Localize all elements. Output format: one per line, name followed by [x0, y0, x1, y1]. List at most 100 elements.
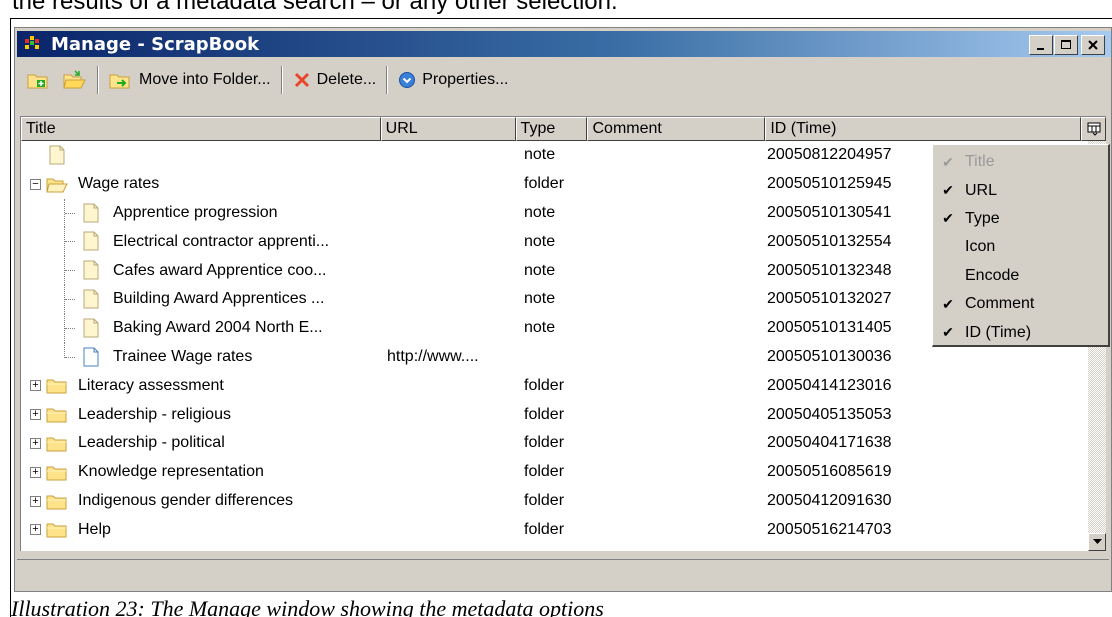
- column-header-title[interactable]: Title: [21, 117, 381, 141]
- expand-toggle[interactable]: +: [30, 495, 41, 507]
- note-row[interactable]: note 20050812204957: [21, 141, 1088, 170]
- checkmark-icon: ✔: [942, 295, 954, 312]
- note-row[interactable]: Electrical contractor apprenti... note 200…: [21, 227, 1088, 257]
- column-header-url[interactable]: URL: [380, 117, 516, 141]
- title-cell: Building Award Apprentices ...: [21, 284, 391, 314]
- folder-row[interactable]: + Leadership - religious folder 20050405135…: [21, 400, 1088, 429]
- column-header-comment[interactable]: Comment: [587, 117, 766, 141]
- tree-line: [65, 270, 75, 272]
- id-cell: 20050414123016: [767, 376, 892, 394]
- item-title: Help: [78, 520, 111, 538]
- id-cell: 20050412091630: [767, 491, 892, 509]
- type-cell: folder: [524, 175, 565, 193]
- url-cell: [387, 429, 517, 458]
- column-header-id[interactable]: ID (Time): [765, 117, 1082, 141]
- expand-toggle[interactable]: +: [30, 524, 41, 536]
- column-options-menu: ✔ Title ✔ URL ✔ Type Icon Encode ✔ Comment ✔ ID (Ti…: [932, 144, 1110, 347]
- expand-toggle[interactable]: +: [30, 409, 41, 421]
- new-folder-button[interactable]: [21, 64, 57, 96]
- page-icon: [83, 347, 99, 367]
- url-cell: [387, 314, 517, 343]
- expand-toggle[interactable]: +: [30, 466, 41, 478]
- folder-icon: [46, 379, 67, 394]
- url-cell: [387, 170, 517, 199]
- toolbar-separator: [386, 66, 389, 94]
- menu-item-encode[interactable]: Encode: [933, 262, 1108, 290]
- scroll-down-button[interactable]: [1088, 533, 1106, 551]
- checkmark-icon: ✔: [942, 153, 954, 170]
- item-title: Trainee Wage rates: [113, 347, 253, 365]
- folder-icon: [46, 408, 67, 423]
- folder-row[interactable]: + Literacy assessment folder 20050414123016: [21, 371, 1088, 400]
- column-picker-button[interactable]: [1081, 117, 1106, 141]
- folder-row[interactable]: + Indigenous gender differences folder 2005…: [21, 487, 1088, 516]
- menu-item-label: Icon: [965, 238, 996, 256]
- url-cell: [387, 487, 517, 516]
- item-title: Leadership - religious: [78, 405, 231, 423]
- frame-border-top: [10, 18, 1112, 19]
- type-cell: [524, 343, 594, 372]
- type-cell: note: [524, 290, 556, 308]
- folder-icon: [46, 495, 67, 510]
- item-title: Building Award Apprentices ...: [113, 290, 325, 308]
- url-cell: [387, 515, 517, 544]
- title-cell: Baking Award 2004 North E...: [21, 313, 391, 343]
- folder-row[interactable]: + Knowledge representation folder 200505160…: [21, 458, 1088, 487]
- toolbar-separator: [97, 66, 99, 94]
- menu-item-id-time[interactable]: ✔ ID (Time): [933, 318, 1108, 346]
- properties-icon: [399, 72, 416, 88]
- type-cell: folder: [524, 491, 565, 509]
- title-cell: Cafes award Apprentice coo...: [21, 256, 391, 285]
- menu-item-title: ✔ Title: [933, 148, 1108, 176]
- item-title: Literacy assessment: [78, 376, 224, 394]
- note-row[interactable]: Cafes award Apprentice coo... note 2005051…: [21, 256, 1088, 285]
- close-button[interactable]: [1081, 35, 1105, 55]
- folder-icon: [46, 437, 67, 452]
- note-icon: [83, 231, 99, 251]
- type-cell: folder: [524, 405, 565, 423]
- menu-item-label: Comment: [965, 295, 1035, 313]
- type-cell: folder: [524, 434, 565, 452]
- url-cell: [387, 227, 517, 256]
- title-cell: Electrical contractor apprenti...: [21, 227, 391, 257]
- title-cell: − Wage rates: [21, 170, 391, 199]
- open-folder-button[interactable]: [57, 64, 93, 96]
- move-into-folder-button[interactable]: Move into Folder...: [103, 64, 277, 96]
- title-cell: [21, 141, 391, 170]
- note-row[interactable]: Trainee Wage rates http://www.... 20050510…: [21, 342, 1088, 372]
- column-picker-icon: [1087, 122, 1101, 136]
- toolbar: Move into Folder... Delete... Properties…: [17, 60, 1109, 100]
- expand-toggle[interactable]: +: [30, 380, 41, 392]
- minimize-button[interactable]: [1029, 35, 1053, 55]
- menu-item-url[interactable]: ✔ URL: [933, 176, 1108, 204]
- url-cell: [387, 199, 517, 228]
- item-title: Leadership - political: [78, 434, 225, 452]
- title-cell: + Help: [21, 515, 391, 544]
- menu-item-comment[interactable]: ✔ Comment: [933, 290, 1108, 318]
- folder-row[interactable]: − Wage rates folder 20050510125945: [21, 170, 1088, 199]
- url-cell: [387, 400, 517, 429]
- title-bar[interactable]: Manage - ScrapBook: [17, 31, 1111, 57]
- expand-toggle[interactable]: +: [30, 437, 41, 449]
- note-icon: [83, 289, 99, 309]
- close-icon: [1088, 40, 1098, 50]
- item-title: Indigenous gender differences: [78, 491, 293, 509]
- delete-button[interactable]: Delete...: [287, 64, 383, 96]
- menu-item-label: Title: [965, 153, 995, 171]
- minimize-icon: [1037, 48, 1044, 50]
- item-title: Baking Award 2004 North E...: [113, 319, 323, 337]
- collapse-toggle[interactable]: −: [30, 178, 41, 190]
- menu-item-icon[interactable]: Icon: [933, 233, 1108, 261]
- folder-icon: [46, 523, 67, 538]
- note-row[interactable]: Baking Award 2004 North E... note 20050510…: [21, 313, 1088, 343]
- item-title: Knowledge representation: [78, 463, 264, 481]
- folder-row[interactable]: + Leadership - political folder 20050404171…: [21, 429, 1088, 458]
- column-header-type[interactable]: Type: [515, 117, 588, 141]
- maximize-button[interactable]: [1054, 35, 1078, 55]
- properties-button[interactable]: Properties...: [392, 64, 514, 96]
- note-row[interactable]: Apprentice progression note 20050510130541: [21, 198, 1088, 228]
- folder-row[interactable]: + Help folder 20050516214703: [21, 515, 1088, 544]
- url-cell: [387, 458, 517, 487]
- note-row[interactable]: Building Award Apprentices ... note 200505…: [21, 284, 1088, 314]
- menu-item-type[interactable]: ✔ Type: [933, 205, 1108, 233]
